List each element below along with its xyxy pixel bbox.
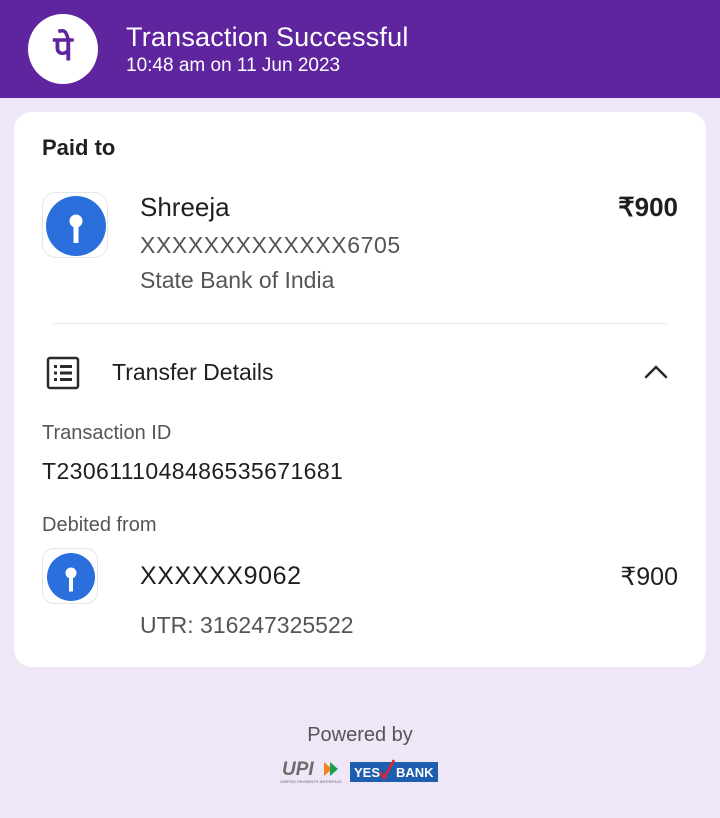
transaction-id-value[interactable]: T2306111048486535671681	[42, 458, 343, 485]
chevron-up-icon[interactable]	[644, 364, 668, 385]
transaction-id-label: Transaction ID	[42, 422, 172, 444]
payee-name: Shreeja	[140, 192, 230, 222]
sbi-logo-icon	[42, 192, 108, 258]
transaction-timestamp: 10:48 am on 11 Jun 2023	[126, 55, 341, 76]
phonepe-logo-icon: पे	[28, 14, 98, 84]
paid-to-heading: Paid to	[42, 135, 116, 160]
upi-tagline: UNIFIED PAYMENTS INTERFACE	[280, 779, 342, 784]
payee-account-number: XXXXXXXXXXXXX6705	[140, 232, 401, 258]
transaction-status-title: Transaction Successful	[126, 22, 409, 52]
powered-by-label: Powered by	[307, 724, 413, 746]
header-bar: पे Transaction Successful 10:48 am on 11…	[0, 0, 720, 98]
phonepe-logo-glyph: पे	[52, 28, 74, 69]
upi-logo-text: UPI	[282, 759, 314, 780]
debited-from-label: Debited from	[42, 514, 157, 536]
transaction-card: Paid to Shreeja XXXXXXXXXXXXX6705 State …	[14, 112, 706, 667]
utr-number[interactable]: UTR: 316247325522	[140, 612, 354, 639]
upi-logo-icon: UPI UNIFIED PAYMENTS INTERFACE	[280, 759, 342, 784]
debit-amount: ₹900	[620, 563, 678, 591]
paid-amount: ₹900	[618, 192, 678, 222]
payee-bank-name: State Bank of India	[140, 267, 335, 293]
receipt-list-icon[interactable]	[46, 356, 80, 395]
transfer-details-toggle[interactable]: Transfer Details	[112, 359, 273, 386]
yes-bank-text-yes: YES	[354, 765, 380, 780]
upi-yes-bank-logo: UPI UNIFIED PAYMENTS INTERFACE YES BANK	[280, 758, 440, 793]
sbi-logo-icon	[42, 548, 98, 604]
yes-bank-logo-icon: YES BANK	[350, 759, 438, 782]
yes-bank-text-bank: BANK	[396, 765, 434, 780]
section-divider	[52, 323, 668, 324]
debit-account-number: XXXXXX9062	[140, 562, 302, 590]
